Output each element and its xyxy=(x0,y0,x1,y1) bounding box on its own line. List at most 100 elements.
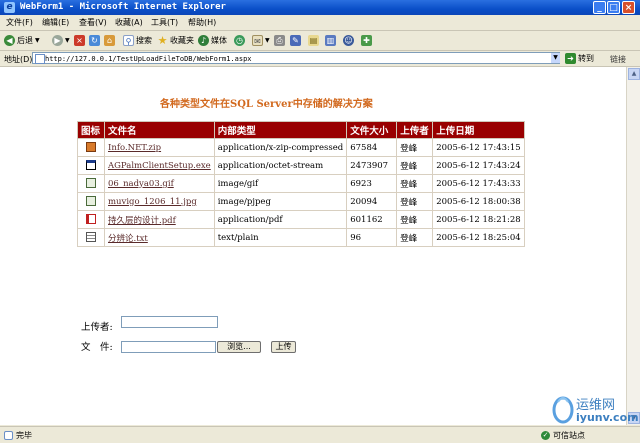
page-title: 各种类型文件在SQL Server中存储的解决方案 xyxy=(160,99,373,110)
browse-button[interactable]: 浏览... xyxy=(217,341,261,353)
pdf-icon xyxy=(86,214,96,225)
home-button[interactable]: ⌂ xyxy=(104,34,115,47)
file-date: 2005-6-12 17:43:33 xyxy=(432,174,525,193)
address-url: http://127.0.0.1/TestUpLoadFileToDB/WebF… xyxy=(45,55,252,63)
mail-icon: ✉ xyxy=(252,35,263,46)
file-table: 图标 文件名 内部类型 文件大小 上传者 上传日期 Info.NET.zip a… xyxy=(77,121,525,247)
print-button[interactable]: ⎙ xyxy=(274,34,285,47)
media-button[interactable]: ♪ 媒体 xyxy=(198,34,227,47)
header-mimetype: 内部类型 xyxy=(213,121,348,139)
text-icon xyxy=(86,232,96,243)
file-link[interactable]: 06_nadya03.gif xyxy=(108,179,174,189)
menu-help[interactable]: 帮助(H) xyxy=(188,17,216,28)
vertical-scrollbar[interactable]: ▲ ▼ xyxy=(626,67,640,425)
discuss-button[interactable]: ▤ xyxy=(308,34,319,47)
file-link[interactable]: Info.NET.zip xyxy=(108,143,161,153)
file-date: 2005-6-12 17:43:15 xyxy=(432,138,525,157)
refresh-button[interactable]: ↻ xyxy=(89,34,100,47)
file-date: 2005-6-12 18:25:04 xyxy=(432,228,525,247)
menu-favorites[interactable]: 收藏(A) xyxy=(115,17,143,28)
table-row: Info.NET.zip application/x-zip-compresse… xyxy=(77,138,525,157)
zone-text: 可信站点 xyxy=(553,431,585,440)
search-button[interactable]: ⚲ 搜索 xyxy=(123,34,152,47)
toolbar: ◀ 后退 ▼ ▶ ▼ × ↻ ⌂ ⚲ 搜索 ★ 收藏夹 ♪ 媒体 ◷ ✉ ▼ ⎙… xyxy=(0,31,640,51)
menu-view[interactable]: 查看(V) xyxy=(79,17,107,28)
edit-button[interactable]: ✎ xyxy=(290,34,301,47)
favorites-button[interactable]: ★ 收藏夹 xyxy=(157,34,194,47)
ie-logo-icon: e xyxy=(4,2,15,13)
file-size: 2473907 xyxy=(346,156,398,175)
menu-file[interactable]: 文件(F) xyxy=(6,17,33,28)
file-date: 2005-6-12 17:43:24 xyxy=(432,156,525,175)
address-input[interactable]: http://127.0.0.1/TestUpLoadFileToDB/WebF… xyxy=(32,52,560,64)
header-uploader: 上传者 xyxy=(396,121,434,139)
menu-bar: 文件(F) 编辑(E) 查看(V) 收藏(A) 工具(T) 帮助(H) xyxy=(0,15,640,31)
table-row: AGPalmClientSetup.exe application/octet-… xyxy=(77,156,525,175)
address-dropdown-icon[interactable]: ▼ xyxy=(551,53,560,63)
extra-button[interactable]: ✚ xyxy=(361,34,372,47)
menu-edit[interactable]: 编辑(E) xyxy=(42,17,69,28)
history-button[interactable]: ◷ xyxy=(234,34,245,47)
file-label: 文 件: xyxy=(81,342,113,353)
research-button[interactable]: ▥ xyxy=(325,34,336,47)
file-uploader: 登峰 xyxy=(396,210,434,229)
table-row: 06_nadya03.gif image/gif 6923 登峰 2005-6-… xyxy=(77,174,525,193)
window-title: WebForm1 - Microsoft Internet Explorer xyxy=(20,2,226,12)
page-icon xyxy=(35,54,45,64)
file-uploader: 登峰 xyxy=(396,228,434,247)
messenger-icon: ☺ xyxy=(343,35,354,46)
file-date: 2005-6-12 18:21:28 xyxy=(432,210,525,229)
file-type: application/pdf xyxy=(213,210,348,229)
header-date: 上传日期 xyxy=(432,121,525,139)
file-uploader: 登峰 xyxy=(396,192,434,211)
file-link[interactable]: muvigo_1206_11.jpg xyxy=(108,197,197,207)
mail-button[interactable]: ✉ ▼ xyxy=(252,34,270,47)
minimize-button[interactable]: _ xyxy=(593,1,606,14)
page-content: 各种类型文件在SQL Server中存储的解决方案 图标 文件名 内部类型 文件… xyxy=(0,67,626,425)
uploader-input[interactable] xyxy=(121,316,218,328)
maximize-button[interactable]: □ xyxy=(607,1,620,14)
stop-button[interactable]: × xyxy=(74,34,85,47)
go-label: 转到 xyxy=(578,54,594,63)
chevron-down-icon: ▼ xyxy=(65,37,70,44)
refresh-icon: ↻ xyxy=(89,35,100,46)
history-icon: ◷ xyxy=(234,35,245,46)
image-icon xyxy=(86,196,96,207)
file-date: 2005-6-12 18:00:38 xyxy=(432,192,525,211)
file-link[interactable]: 持久层的设计.pdf xyxy=(108,216,176,226)
links-button[interactable]: 链接 xyxy=(610,54,626,65)
table-row: 分辨论.txt text/plain 96 登峰 2005-6-12 18:25… xyxy=(77,228,525,247)
print-icon: ⎙ xyxy=(274,35,285,46)
chevron-down-icon: ▼ xyxy=(35,37,40,44)
file-size: 601162 xyxy=(346,210,398,229)
file-size: 20094 xyxy=(346,192,398,211)
back-button[interactable]: ◀ 后退 ▼ xyxy=(4,34,40,47)
header-filesize: 文件大小 xyxy=(346,121,398,139)
table-row: 持久层的设计.pdf application/pdf 601162 登峰 200… xyxy=(77,210,525,229)
file-path-input[interactable] xyxy=(121,341,216,353)
window-icon xyxy=(86,160,96,171)
file-link[interactable]: AGPalmClientSetup.exe xyxy=(108,161,211,171)
back-arrow-icon: ◀ xyxy=(4,35,15,46)
scroll-up-icon[interactable]: ▲ xyxy=(628,68,640,80)
table-header-row: 图标 文件名 内部类型 文件大小 上传者 上传日期 xyxy=(77,121,525,139)
messenger-button[interactable]: ☺ xyxy=(343,34,354,47)
header-icon: 图标 xyxy=(77,121,105,139)
close-button[interactable]: × xyxy=(622,1,635,14)
discuss-icon: ▤ xyxy=(308,35,319,46)
installer-icon xyxy=(86,142,96,153)
file-link[interactable]: 分辨论.txt xyxy=(108,234,148,244)
forward-button[interactable]: ▶ ▼ xyxy=(52,34,70,47)
file-type: image/gif xyxy=(213,174,348,193)
address-bar: 地址(D) http://127.0.0.1/TestUpLoadFileToD… xyxy=(0,51,640,67)
go-button[interactable]: ➜ 转到 xyxy=(565,53,594,64)
search-icon: ⚲ xyxy=(123,35,134,46)
upload-button[interactable]: 上传 xyxy=(271,341,296,353)
stop-icon: × xyxy=(74,35,85,46)
watermark-logo-icon xyxy=(552,396,574,424)
file-uploader: 登峰 xyxy=(396,138,434,157)
watermark-url: iyunv.com xyxy=(576,411,639,424)
file-type: application/x-zip-compressed xyxy=(213,138,348,157)
site-watermark: 运维网 iyunv.com xyxy=(552,392,639,426)
menu-tools[interactable]: 工具(T) xyxy=(151,17,178,28)
